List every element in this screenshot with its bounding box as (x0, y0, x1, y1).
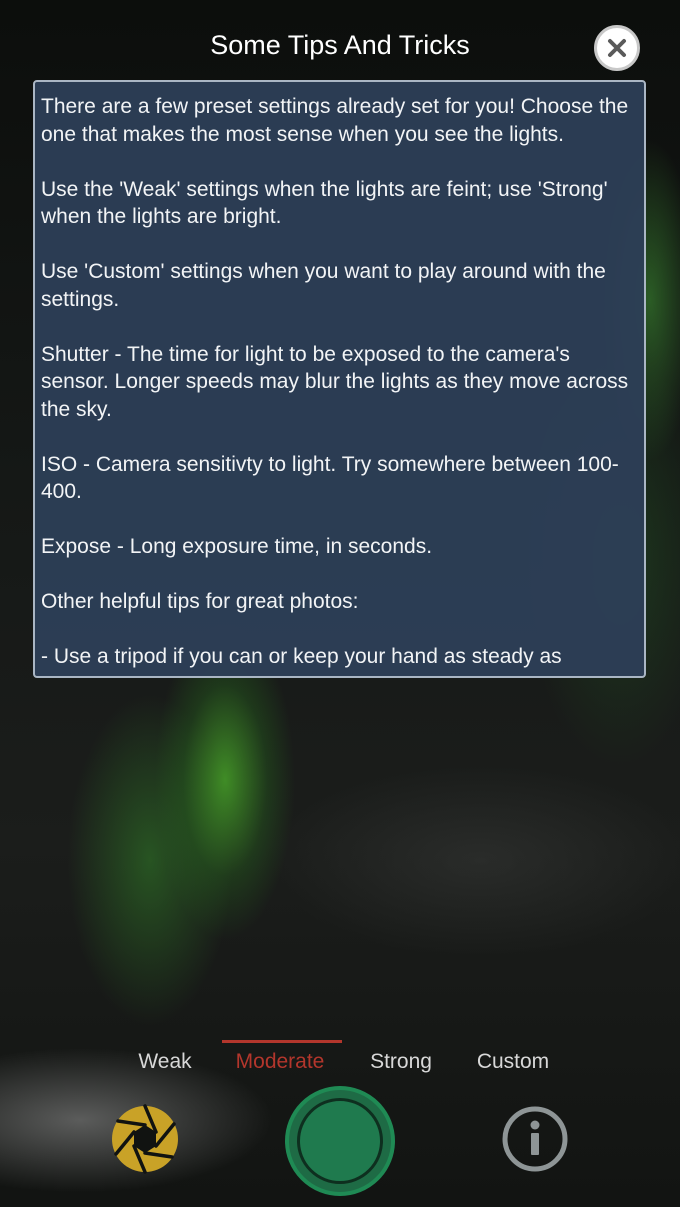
tip-paragraph: Use the 'Weak' settings when the lights … (41, 177, 608, 229)
tip-paragraph: Other helpful tips for great photos: (41, 590, 359, 613)
aperture-icon (112, 1104, 178, 1174)
tab-strong[interactable]: Strong (370, 1050, 432, 1074)
preset-tabs: Weak Moderate Strong Custom (0, 1040, 680, 1080)
close-icon (608, 39, 626, 57)
active-tab-indicator (222, 1040, 342, 1043)
tip-paragraph: ISO - Camera sensitivty to light. Try so… (41, 452, 619, 504)
shutter-inner-ring (297, 1098, 383, 1184)
info-button[interactable] (500, 1104, 570, 1174)
tips-text: There are a few preset settings already … (35, 82, 644, 671)
tab-moderate[interactable]: Moderate (236, 1050, 325, 1074)
tip-paragraph: - Use a tripod if you can or keep your h… (41, 645, 562, 668)
shutter-button[interactable] (285, 1086, 395, 1196)
tips-panel[interactable]: There are a few preset settings already … (33, 80, 646, 678)
close-button[interactable] (594, 25, 640, 71)
tab-custom[interactable]: Custom (477, 1050, 549, 1074)
tip-paragraph: Expose - Long exposure time, in seconds. (41, 535, 433, 558)
info-icon (502, 1106, 568, 1172)
aperture-settings-button[interactable] (110, 1104, 180, 1174)
tab-weak[interactable]: Weak (138, 1050, 191, 1074)
tip-paragraph: Use 'Custom' settings when you want to p… (41, 260, 606, 311)
tip-paragraph: There are a few preset settings already … (41, 95, 629, 146)
page-title: Some Tips And Tricks (210, 30, 470, 60)
tip-paragraph: Shutter - The time for light to be expos… (41, 342, 629, 421)
